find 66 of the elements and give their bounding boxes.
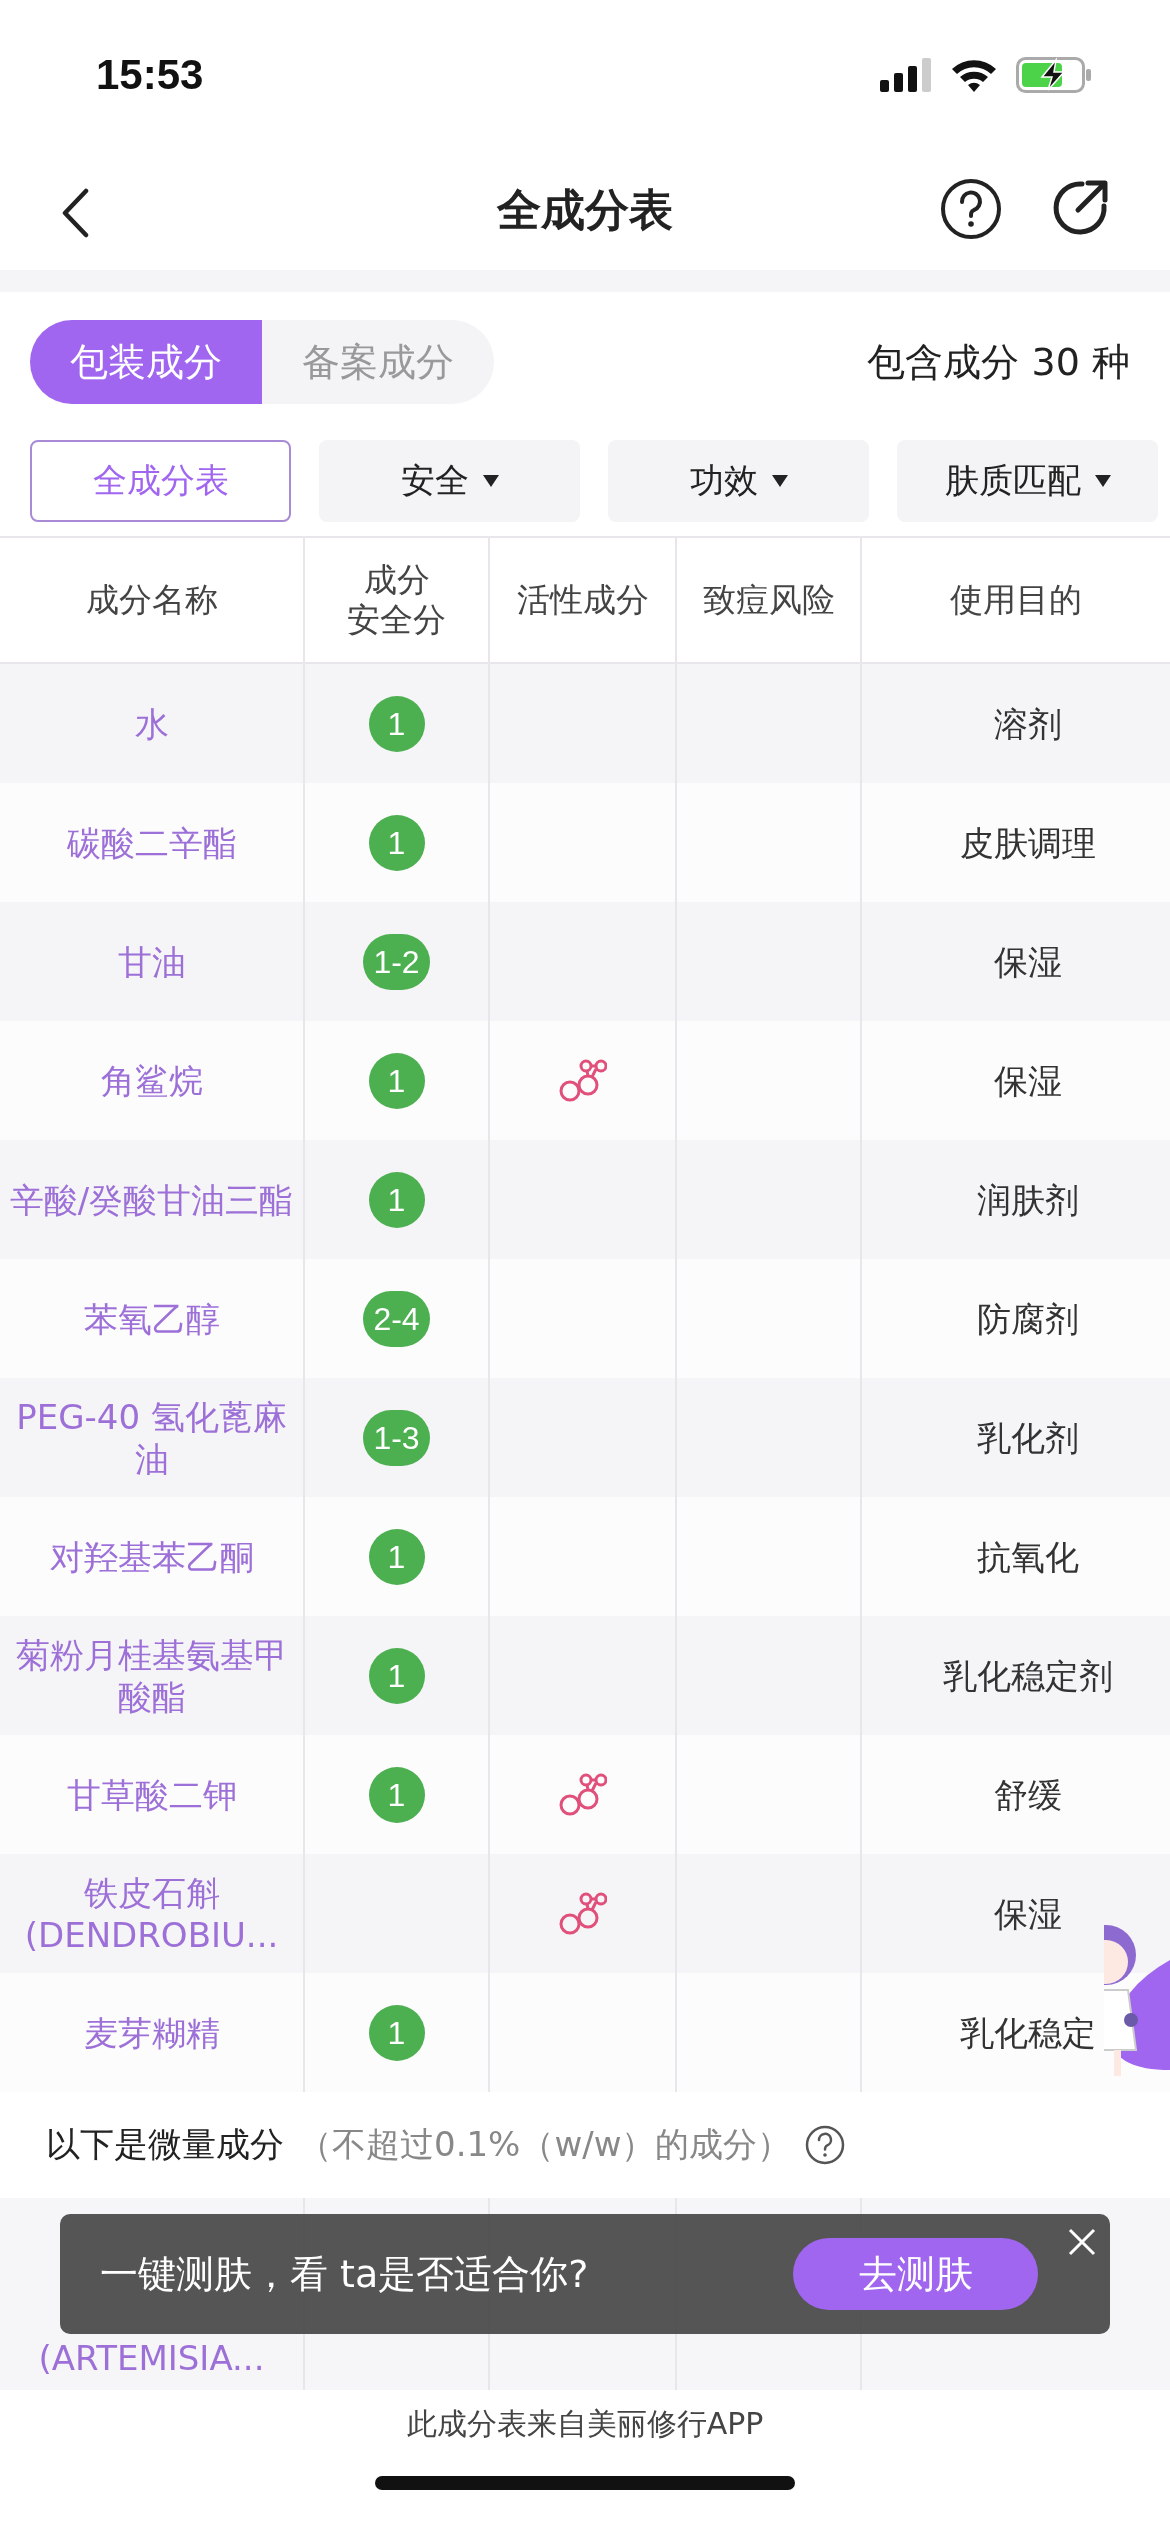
column-header: 成分安全分 [347, 560, 446, 640]
trace-label: 以下是微量成分 [46, 2123, 284, 2166]
trace-note: （不超过0.1%（w/w）的成分） [298, 2123, 792, 2166]
usage-purpose: 乳化稳定 [959, 2011, 1096, 2054]
usage-purpose: 皮肤调理 [959, 821, 1096, 864]
caret-icon [771, 475, 788, 487]
tab[interactable]: 包装成分 [30, 320, 262, 404]
ingredient-name[interactable]: 碳酸二辛酯 [58, 821, 245, 864]
safety-score: 1-2 [363, 933, 430, 990]
safety-score: 1-3 [363, 1409, 430, 1466]
ingredient-name[interactable]: PEG-40 氢化蓖麻油 [0, 1395, 303, 1480]
ingredient-name[interactable]: 铁皮石斛 (DENDROBIU... [16, 1871, 287, 1956]
ingredient-name[interactable]: 角鲨烷 [92, 1059, 211, 1102]
safety-score: 1 [368, 1171, 425, 1228]
safety-score: 1 [368, 695, 425, 752]
column-header: 使用目的 [950, 580, 1082, 620]
safety-score: 1 [368, 1528, 425, 1585]
usage-purpose: 防腐剂 [976, 1297, 1079, 1340]
usage-purpose: 乳化稳定剂 [942, 1654, 1113, 1697]
column-header: 致痘风险 [702, 580, 835, 620]
filter-button[interactable]: 安全 [319, 440, 580, 522]
page-title: 全成分表 [497, 182, 673, 237]
wifi-icon [950, 57, 998, 93]
usage-purpose: 舒缓 [993, 1773, 1062, 1816]
ingredient-name[interactable]: 菊粉月桂基氨基甲酸酯 [0, 1633, 303, 1718]
source-note: 此成分表来自美丽修行APP [406, 2405, 764, 2443]
ingredient-name[interactable]: 甘草酸二钾 [58, 1773, 245, 1816]
safety-score: 1 [368, 1052, 425, 1109]
safety-score: 1 [368, 1766, 425, 1823]
back-icon[interactable] [60, 188, 90, 238]
ingredient-name[interactable]: 甘油 [109, 940, 194, 983]
filter-button[interactable]: 功效 [608, 440, 869, 522]
usage-purpose: 润肤剂 [976, 1178, 1079, 1221]
filter-button[interactable]: 肤质匹配 [897, 440, 1158, 522]
column-header: 活性成分 [516, 580, 649, 620]
safety-score: 1 [368, 1647, 425, 1704]
battery-icon [1016, 57, 1092, 93]
filter-button[interactable]: 全成分表 [30, 440, 291, 522]
caret-icon [482, 475, 499, 487]
usage-purpose: 保湿 [993, 1059, 1062, 1102]
safety-score: 1 [368, 2004, 425, 2061]
usage-purpose: 保湿 [993, 1892, 1062, 1935]
ingredient-name[interactable]: (ARTEMISIA... [38, 2338, 265, 2378]
share-icon[interactable] [1052, 178, 1110, 236]
usage-purpose: 溶剂 [993, 702, 1062, 745]
usage-purpose: 保湿 [993, 940, 1062, 983]
skin-test-button[interactable]: 去测肤 [793, 2238, 1038, 2310]
ingredient-name[interactable]: 水 [126, 702, 177, 745]
tab[interactable]: 备案成分 [262, 320, 494, 404]
help-icon[interactable] [805, 2125, 846, 2165]
ingredient-count: 包含成分 30 种 [867, 338, 1130, 386]
signal-icon [880, 58, 932, 92]
help-icon[interactable] [940, 178, 1002, 240]
ingredient-name[interactable]: 辛酸/癸酸甘油三酯 [1, 1178, 302, 1221]
status-time: 15:53 [96, 51, 204, 99]
safety-score: 1 [368, 814, 425, 871]
usage-purpose: 抗氧化 [976, 1535, 1079, 1578]
safety-score: 2-4 [363, 1290, 430, 1347]
close-icon[interactable] [1068, 2228, 1096, 2256]
column-header: 成分名称 [85, 580, 218, 620]
ingredient-name[interactable]: 苯氧乙醇 [75, 1297, 228, 1340]
toast-message: 一键测肤，看 ta是否适合你? [100, 2250, 589, 2298]
ingredient-name[interactable]: 麦芽糊精 [75, 2011, 228, 2054]
caret-icon [1094, 475, 1111, 487]
usage-purpose: 乳化剂 [976, 1416, 1079, 1459]
ingredient-name[interactable]: 对羟基苯乙酮 [41, 1535, 262, 1578]
